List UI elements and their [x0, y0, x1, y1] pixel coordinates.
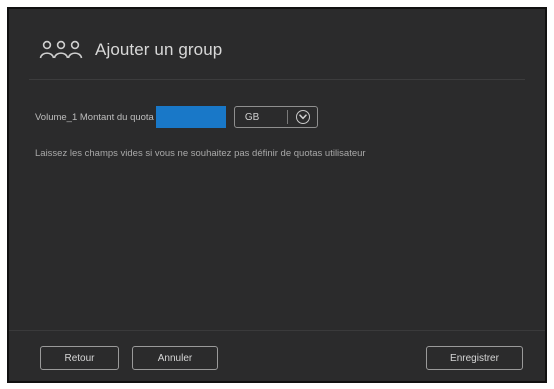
unit-select[interactable]: GB	[233, 106, 318, 128]
quota-row: Volume_1 Montant du quota GB	[35, 105, 318, 129]
save-button[interactable]: Enregistrer	[426, 346, 523, 370]
dialog-title: Ajouter un group	[95, 40, 223, 59]
screen: Ajouter un group Volume_1 Montant du quo…	[0, 0, 554, 389]
back-button[interactable]: Retour	[40, 346, 119, 370]
cancel-button[interactable]: Annuler	[132, 346, 218, 370]
quota-label: Volume_1 Montant du quota	[35, 111, 154, 123]
header-divider	[29, 79, 525, 80]
chevron-down-icon[interactable]	[295, 110, 310, 124]
quota-hint-text: Laissez les champs vides si vous ne souh…	[35, 148, 366, 159]
quota-amount-input[interactable]	[155, 106, 226, 128]
footer-divider	[9, 330, 545, 331]
unit-select-value: GB	[244, 111, 260, 123]
group-icon	[39, 39, 87, 61]
dialog-header: Ajouter un group	[39, 37, 222, 63]
unit-select-divider	[286, 110, 288, 124]
add-group-dialog: Ajouter un group Volume_1 Montant du quo…	[7, 7, 547, 383]
